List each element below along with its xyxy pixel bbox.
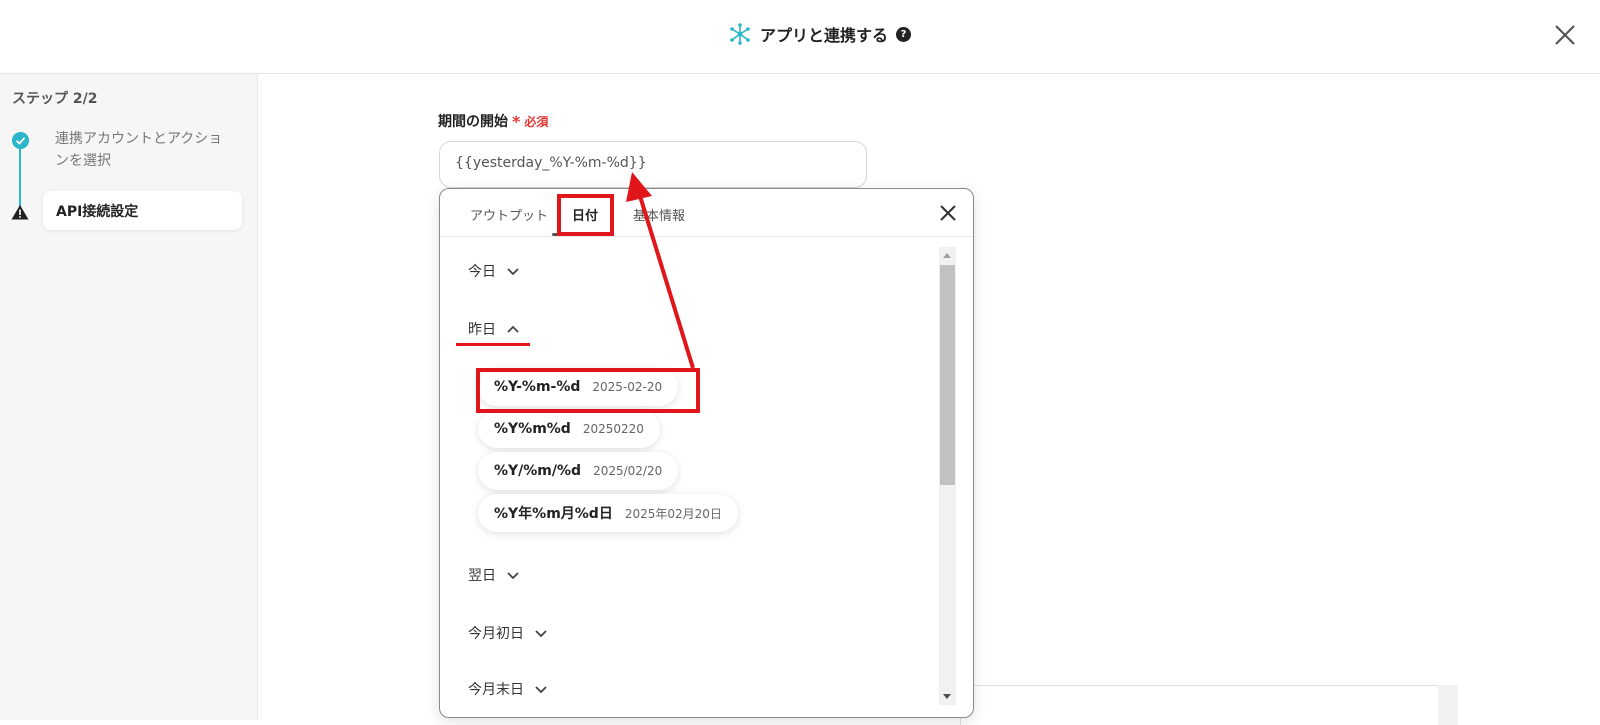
period-start-input[interactable]: {{yesterday_%Y-%m-%d}} [439, 141, 867, 188]
scroll-thumb[interactable] [940, 265, 955, 485]
warning-icon [11, 205, 29, 220]
modal-title-text: アプリと連携する [760, 26, 889, 45]
format-preview: 2025/02/20 [593, 464, 663, 478]
help-icon[interactable]: ? [896, 26, 912, 42]
required-label: 必須 [524, 114, 549, 129]
format-pattern: %Y/%m/%d [494, 463, 582, 479]
close-picker-icon[interactable] [938, 203, 958, 223]
section-yesterday[interactable]: 昨日 [468, 319, 520, 339]
section-month-start[interactable]: 今月初日 [468, 623, 548, 643]
date-format-option[interactable]: %Y%m%d 20250220 [478, 410, 660, 448]
annotation-box-format [476, 368, 700, 413]
section-label: 今月末日 [468, 682, 524, 698]
check-icon [12, 132, 29, 149]
section-label: 昨日 [468, 322, 496, 338]
field-label-text: 期間の開始 [438, 114, 508, 130]
network-icon [730, 23, 750, 45]
modal-header: アプリと連携する ? [0, 0, 1600, 74]
annotation-box-date-tab [557, 194, 614, 236]
scroll-down-arrow[interactable] [943, 694, 951, 699]
annotation-underline-yesterday [456, 343, 530, 346]
format-preview: 2025年02月20日 [624, 506, 722, 521]
step-sidebar: ステップ 2/2 連携アカウントとアクションを選択 API接続設定 [0, 74, 258, 720]
section-today[interactable]: 今日 [468, 261, 520, 281]
format-pattern: %Y年%m月%d日 [494, 506, 613, 522]
tab-output[interactable]: アウトプット [470, 205, 548, 224]
required-asterisk: * [512, 111, 521, 131]
field-label-period-start: 期間の開始 * 必須 [438, 111, 548, 131]
section-label: 翌日 [468, 568, 496, 584]
section-month-end[interactable]: 今月末日 [468, 679, 548, 699]
step-item-api-settings[interactable]: API接続設定 [43, 191, 242, 230]
step-item-select-account[interactable]: 連携アカウントとアクションを選択 [55, 128, 235, 172]
section-label: 今日 [468, 264, 496, 280]
date-format-option[interactable]: %Y/%m/%d 2025/02/20 [478, 452, 679, 490]
step-counter: ステップ 2/2 [12, 91, 98, 107]
chevron-down-icon [507, 572, 519, 580]
lower-field-box[interactable] [960, 685, 1458, 725]
chevron-down-icon [507, 268, 519, 276]
format-preview: 20250220 [582, 422, 644, 436]
chevron-down-icon [535, 630, 547, 638]
close-modal-icon[interactable] [1552, 22, 1578, 48]
section-tomorrow[interactable]: 翌日 [468, 565, 520, 585]
picker-scrollbar[interactable] [939, 247, 956, 705]
modal-title: アプリと連携する ? [728, 22, 912, 46]
tab-basic-info[interactable]: 基本情報 [633, 205, 685, 224]
chevron-up-icon [507, 325, 519, 333]
date-format-option[interactable]: %Y年%m月%d日 2025年02月20日 [478, 494, 738, 532]
variable-picker-popup: アウトプット 日付 基本情報 今日 昨日 %Y-%m-%d 2025-02-20… [439, 188, 974, 718]
format-pattern: %Y%m%d [494, 421, 571, 437]
section-label: 今月初日 [468, 626, 524, 642]
chevron-down-icon [535, 686, 547, 694]
lower-field-scrollbar[interactable] [1438, 685, 1458, 725]
scroll-up-arrow[interactable] [943, 253, 951, 258]
step-connector [19, 146, 21, 208]
picker-tabs: アウトプット 日付 基本情報 [440, 189, 973, 237]
